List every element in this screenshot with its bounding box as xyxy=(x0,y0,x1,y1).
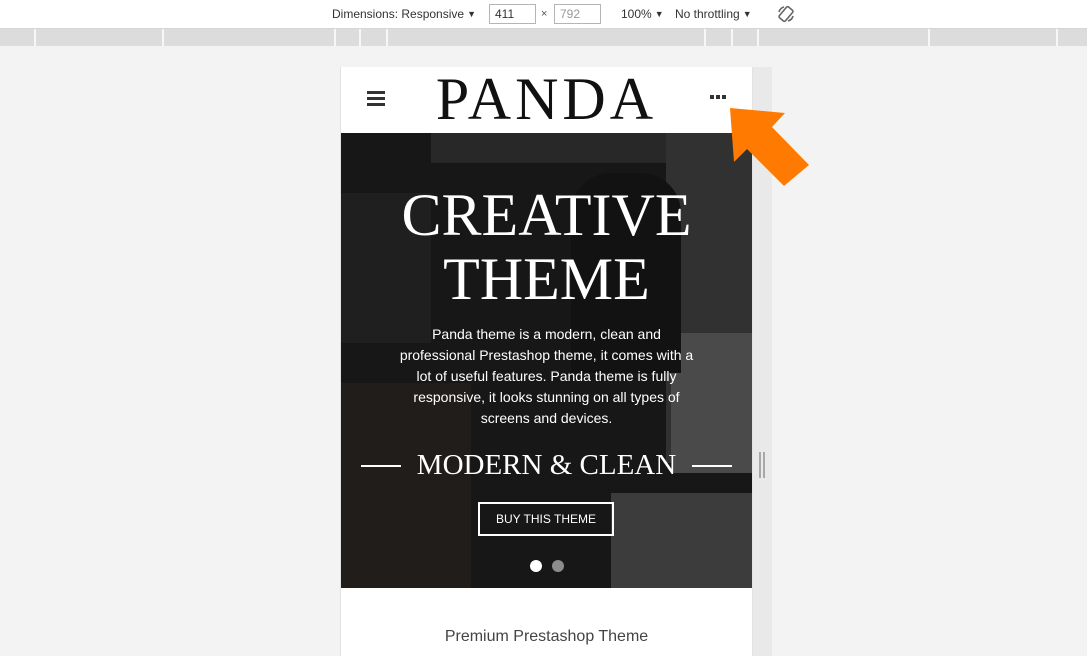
caret-down-icon: ▼ xyxy=(654,9,664,19)
caret-down-icon: ▼ xyxy=(467,9,476,19)
slider-dot-1[interactable] xyxy=(530,560,542,572)
resize-handle[interactable] xyxy=(759,452,765,478)
width-input[interactable]: 411 xyxy=(489,4,536,24)
buy-theme-button[interactable]: BUY THIS THEME xyxy=(478,502,614,536)
site-header: PANDA xyxy=(341,67,752,133)
zoom-dropdown[interactable]: 100% ▼ xyxy=(621,7,664,21)
tagline-divider-right xyxy=(692,465,732,467)
hero-tagline: MODERN & CLEAN xyxy=(341,448,752,482)
times-separator: × xyxy=(541,8,548,20)
tagline-text: MODERN & CLEAN xyxy=(416,449,677,481)
media-query-ruler xyxy=(0,29,1087,46)
hero-title-line1: CREATIVE xyxy=(401,182,692,248)
device-viewport: PANDA CREATIVE THEME Panda theme is a mo… xyxy=(340,67,753,656)
hero-description: Panda theme is a modern, clean and profe… xyxy=(399,326,694,426)
annotation-arrow-icon xyxy=(730,108,809,186)
throttling-label: No throttling xyxy=(675,7,740,21)
dimensions-label: Dimensions: Responsive xyxy=(332,7,465,21)
throttling-dropdown[interactable]: No throttling ▼ xyxy=(675,7,752,21)
hero-title-line2: THEME xyxy=(443,246,650,312)
height-input[interactable]: 792 xyxy=(554,4,601,24)
more-options-icon[interactable] xyxy=(710,95,728,101)
site-logo[interactable]: PANDA xyxy=(341,69,752,129)
hero-slider: CREATIVE THEME Panda theme is a modern, … xyxy=(341,133,752,588)
section-subtitle: Premium Prestashop Theme xyxy=(444,628,649,645)
slider-pagination xyxy=(530,560,570,572)
hero-title: CREATIVE THEME xyxy=(341,183,752,311)
zoom-label: 100% xyxy=(621,7,652,21)
rotate-icon[interactable] xyxy=(776,4,796,24)
dimensions-dropdown[interactable]: Dimensions: Responsive ▼ xyxy=(332,7,476,21)
caret-down-icon: ▼ xyxy=(742,9,752,19)
slider-dot-2[interactable] xyxy=(552,560,564,572)
devtools-device-toolbar: Dimensions: Responsive ▼ 411 × 792 100% ▼ … xyxy=(0,0,1087,29)
